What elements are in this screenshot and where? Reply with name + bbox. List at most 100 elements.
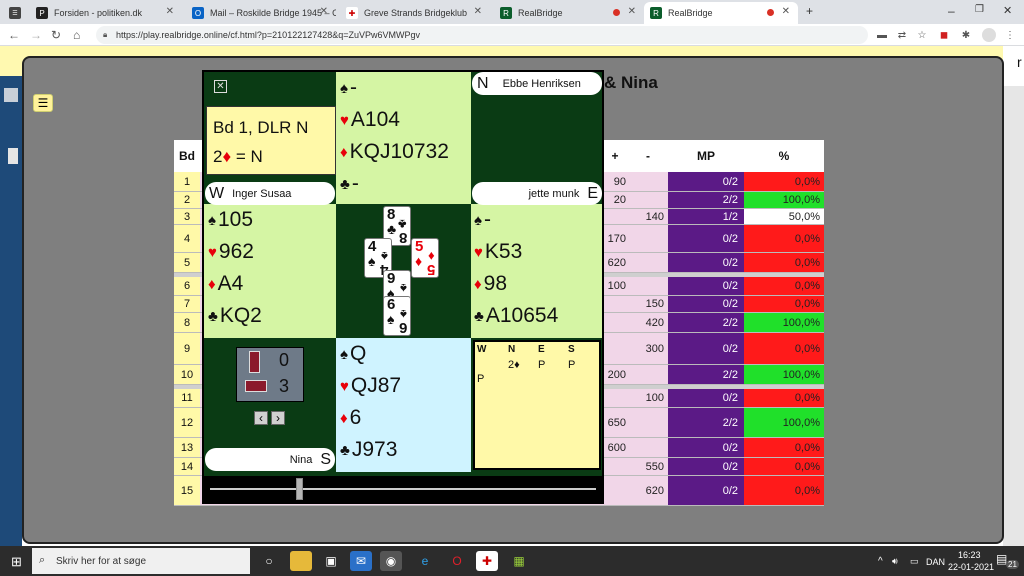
speaker-icon[interactable]: 🔊︎ <box>892 556 898 567</box>
percent-cell: 100,0% <box>744 192 824 209</box>
played-card: 6 ♠ 6 ♠ <box>383 296 411 336</box>
slider-thumb[interactable] <box>296 478 303 500</box>
close-tab-icon[interactable]: ✕ <box>474 6 482 17</box>
board-number-cell: 11 <box>174 389 200 408</box>
plus-score-cell: 170 <box>602 225 628 253</box>
next-trick-button[interactable]: › <box>271 411 285 425</box>
player-name: Inger Susaa <box>232 187 292 200</box>
bookmark-star-icon[interactable]: ☆ <box>916 29 928 41</box>
close-icon[interactable]: ✕ <box>214 80 227 93</box>
trick-slider[interactable] <box>204 476 602 502</box>
politiken-icon: P <box>36 7 48 19</box>
home-icon[interactable]: ⌂ <box>73 28 80 42</box>
plus-score-cell: 100 <box>602 277 628 296</box>
header-pct: % <box>744 140 824 172</box>
minus-score-cell: 100 <box>628 389 668 408</box>
card-suit-bottom-icon: ♠ <box>400 281 407 296</box>
tab-mail[interactable]: O Mail – Roskilde Bridge 1945 – Ou ✕ <box>186 2 336 24</box>
spade-icon: ♠ <box>474 211 482 229</box>
back-icon[interactable]: ← <box>8 28 20 42</box>
forward-icon[interactable]: → <box>30 28 42 42</box>
minimize-icon[interactable]: – <box>948 4 955 18</box>
tab-politiken[interactable]: P Forsiden - politiken.dk ✕ <box>30 2 182 24</box>
west-spades-cards: 105 <box>217 208 254 231</box>
menu-icon[interactable]: ☰ <box>33 94 53 112</box>
tray-chevron-icon[interactable]: ^ <box>878 556 883 567</box>
board-number-cell: 12 <box>174 408 200 438</box>
lock-icon: 🔒︎ <box>103 30 108 39</box>
right-panel-lower <box>1003 86 1024 546</box>
diamond-icon: ♦ <box>474 275 482 293</box>
board-number-cell: 7 <box>174 296 200 313</box>
clock-date[interactable]: 22-01-2021 <box>948 562 994 572</box>
percent-cell: 0,0% <box>744 225 824 253</box>
header-bd: Bd <box>174 140 200 172</box>
prev-trick-button[interactable]: ‹ <box>254 411 268 425</box>
south-clubs: ♣ J973 <box>340 438 397 462</box>
close-tab-icon[interactable]: ✕ <box>628 6 636 17</box>
extensions-puzzle-icon[interactable]: ✱ <box>960 29 972 41</box>
east-spades-cards: - <box>483 208 491 231</box>
pdf-extension-icon[interactable]: ◼ <box>938 29 950 41</box>
percent-cell: 0,0% <box>744 172 824 192</box>
bridgeklub-icon: ✚ <box>346 7 358 19</box>
edge-icon[interactable]: e <box>414 551 436 571</box>
language-indicator[interactable]: DAN <box>926 557 945 567</box>
south-player-plate: Nina S <box>205 448 335 471</box>
reload-icon[interactable]: ↻ <box>51 28 61 42</box>
played-card: 5 ♦ 5 ♦ <box>411 238 439 278</box>
close-window-icon[interactable]: ✕ <box>1003 4 1012 17</box>
percent-cell: 100,0% <box>744 365 824 385</box>
taskbar-search-input[interactable]: ⌕ Skriv her for at søge <box>32 548 250 574</box>
seat-label: E <box>587 184 598 202</box>
camera-icon[interactable]: ▬ <box>876 29 888 41</box>
tab-realbridge-2[interactable]: R RealBridge ✕ <box>644 2 798 24</box>
minus-score-cell: 150 <box>628 296 668 313</box>
plus-score-cell <box>602 389 628 408</box>
translate-icon[interactable]: ⇄ <box>896 29 908 41</box>
tab-bridgeklub[interactable]: ✚ Greve Strands Bridgeklub ✕ <box>340 2 490 24</box>
mp-cell: 2/2 <box>668 408 744 438</box>
close-tab-icon[interactable]: ✕ <box>166 6 174 17</box>
percent-cell: 0,0% <box>744 476 824 506</box>
browser-tab-bar: ☰ P Forsiden - politiken.dk ✕ O Mail – R… <box>0 0 1024 24</box>
card-suit-bottom-icon: ♠ <box>381 249 388 264</box>
seat-label: N <box>477 74 489 92</box>
new-tab-icon[interactable]: + <box>806 4 813 18</box>
store-icon[interactable]: ▣ <box>320 551 342 571</box>
restore-icon[interactable]: ❐ <box>975 4 984 15</box>
windows-start-icon[interactable]: ⊞ <box>11 554 22 570</box>
url-input[interactable]: 🔒︎ https://play.realbridge.online/cf.htm… <box>96 26 868 44</box>
network-icon[interactable]: ▭ <box>910 556 919 567</box>
spade-icon: ♠ <box>340 345 348 363</box>
tab-search-button[interactable]: ☰ <box>6 2 24 24</box>
grid-app-icon[interactable]: ▦ <box>508 551 530 571</box>
card-suit-bottom-icon: ♣ <box>398 217 407 232</box>
minus-score-cell <box>628 172 668 192</box>
mp-cell: 0/2 <box>668 296 744 313</box>
bridge-app-icon[interactable]: ✚ <box>476 551 498 571</box>
close-tab-icon[interactable]: ✕ <box>782 6 790 17</box>
profile-avatar-icon[interactable] <box>982 28 996 42</box>
ns-card-icon <box>249 351 260 373</box>
opera-icon[interactable]: O <box>446 551 468 571</box>
close-tab-icon[interactable]: ✕ <box>320 6 328 17</box>
chrome-icon[interactable]: ◉ <box>380 551 402 571</box>
west-diamonds: ♦ A4 <box>208 272 243 296</box>
east-player-plate: jette munk E <box>472 182 602 205</box>
tab-realbridge-1[interactable]: R RealBridge ✕ <box>494 2 644 24</box>
card-rank-bottom: 5 <box>426 261 435 278</box>
tab-label: Mail – Roskilde Bridge 1945 – Ou <box>210 8 336 18</box>
mail-icon[interactable]: ✉ <box>350 551 372 571</box>
minus-score-cell <box>628 408 668 438</box>
clock-time[interactable]: 16:23 <box>958 550 981 560</box>
east-clubs-cards: A10654 <box>485 304 559 327</box>
player-name: Ebbe Henriksen <box>502 77 581 90</box>
file-explorer-icon[interactable] <box>290 551 312 571</box>
search-placeholder: Skriv her for at søge <box>56 555 147 567</box>
player-name: Nina <box>289 453 313 466</box>
ns-tricks: 0 <box>279 350 290 370</box>
board-dealer-label: Bd 1, DLR N <box>213 118 309 137</box>
more-menu-icon[interactable]: ⋮ <box>1004 29 1016 41</box>
task-view-icon[interactable]: ○ <box>258 551 280 571</box>
